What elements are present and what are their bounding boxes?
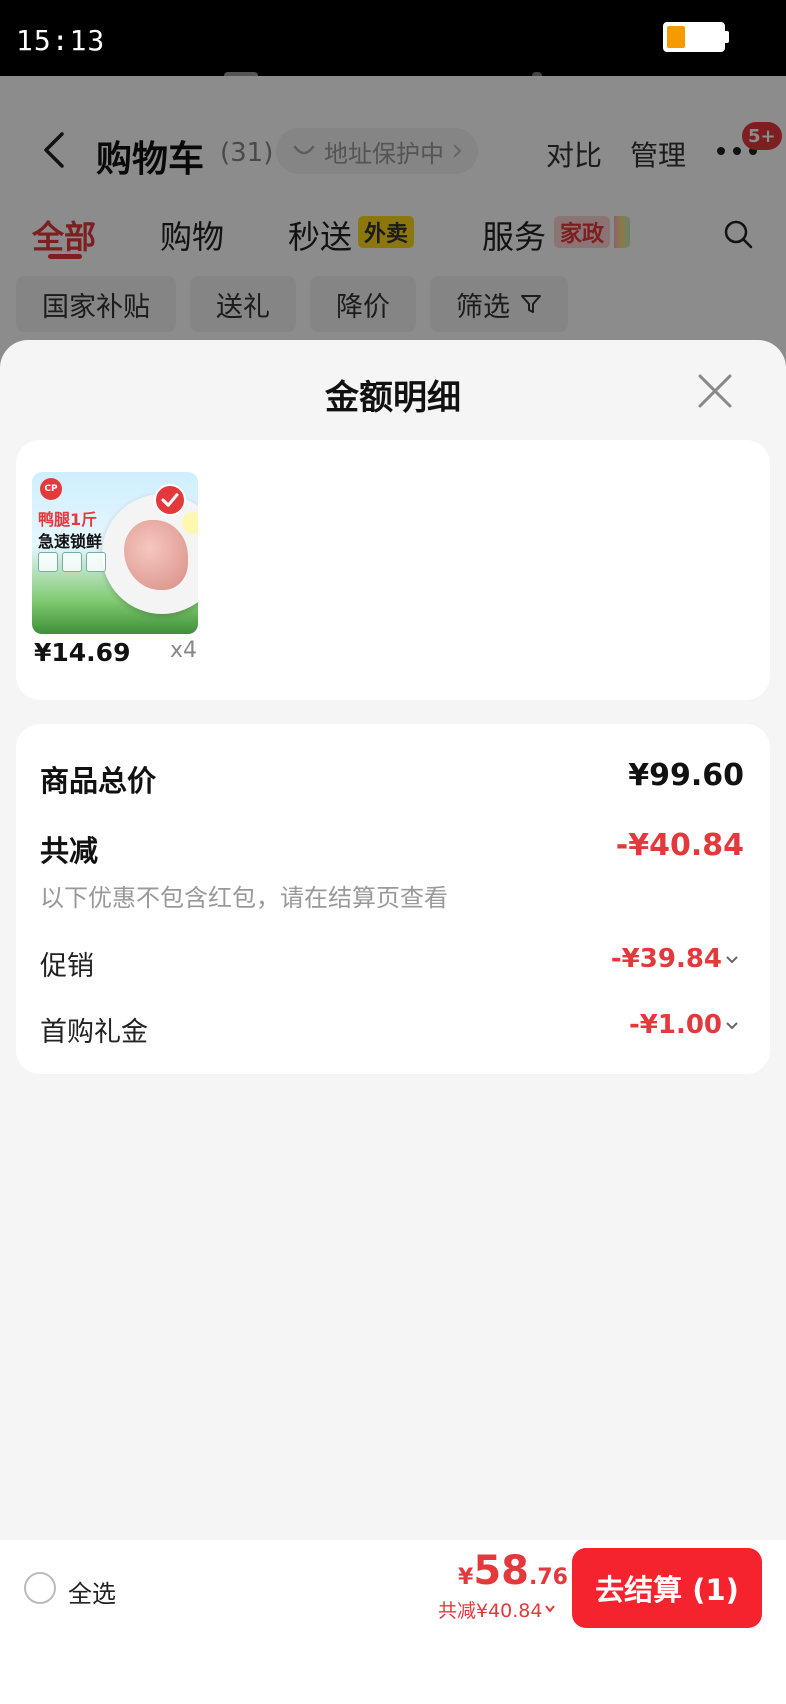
first-purchase-gift-value[interactable]: -¥1.00 [629,1010,722,1040]
discount-note: 以下优惠不包含红包，请在结算页查看 [40,884,448,912]
subtotal-value: ¥99.60 [628,758,744,793]
thumb-text-fresh: 急速锁鲜 [38,532,103,551]
chevron-down-icon[interactable] [544,1604,556,1614]
chevron-down-icon[interactable] [724,954,740,966]
select-all-label[interactable]: 全选 [68,1574,116,1609]
status-time: 15:13 [16,24,106,57]
total-price-decimal: .76 [528,1565,568,1590]
total-saving[interactable]: 共减¥40.84 [438,1596,542,1623]
battery-icon [663,22,725,52]
modal-backdrop[interactable] [0,76,786,376]
brand-logo: CP [40,478,62,500]
product-price: ¥14.69 [34,638,131,667]
thumb-feature-icons [38,552,108,574]
product-quantity: x4 [170,638,198,663]
first-purchase-gift-label: 首购礼金 [40,1017,148,1048]
select-all-checkbox[interactable] [24,1572,56,1604]
selected-check-icon[interactable] [154,484,186,516]
promo-value[interactable]: -¥39.84 [611,944,722,974]
thumb-lemon [182,512,198,534]
close-icon[interactable] [696,372,734,410]
total-price-integer: 58 [473,1548,529,1594]
subtotal-label: 商品总价 [40,764,157,798]
thumb-text-product: 鸭腿1斤 [38,510,98,529]
discount-label: 共减 [40,834,99,868]
sheet-title: 金额明细 [325,378,461,418]
total-price: ¥ 58 .76 [458,1548,568,1594]
promo-label: 促销 [40,951,94,982]
chevron-down-icon[interactable] [724,1020,740,1032]
checkout-button[interactable]: 去结算 (1) [572,1548,762,1628]
currency-symbol: ¥ [458,1565,474,1590]
battery-nub [725,31,729,43]
discount-value: -¥40.84 [615,828,744,863]
